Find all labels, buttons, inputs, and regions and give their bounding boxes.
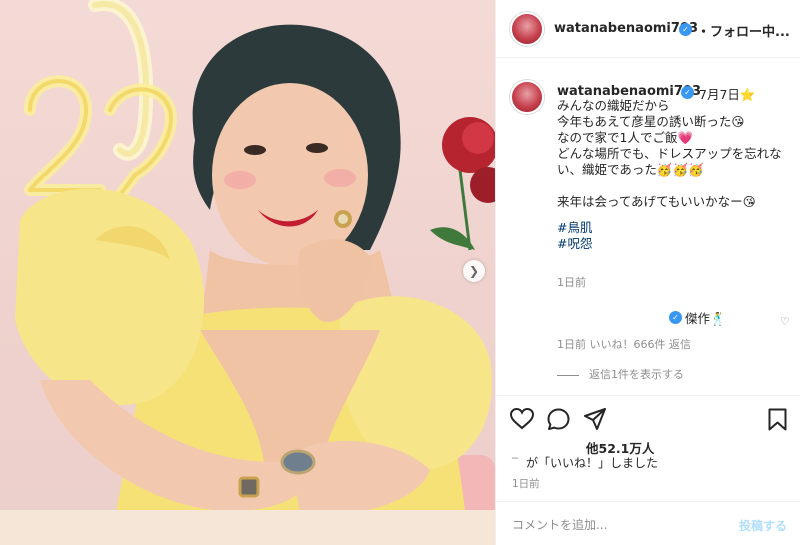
header-username[interactable]: watanabenaomi703 [554, 21, 698, 36]
verified-badge-icon: ✓ [679, 23, 692, 36]
neon-banana-sign [24, 0, 177, 201]
liked-by-text: ‾ が「いいね！」しました [512, 456, 659, 470]
small-heart-icon[interactable]: ♡ [780, 315, 790, 328]
comment-icon[interactable] [547, 408, 570, 431]
caption-line: 今年もあえて彦星の誘い断った😘 [557, 114, 745, 129]
next-arrow-icon[interactable]: ❯ [463, 260, 485, 282]
share-icon[interactable] [584, 408, 606, 430]
caption-time: 1日前 [557, 276, 586, 289]
caption-line [557, 178, 792, 194]
avatar[interactable] [510, 12, 544, 46]
verified-badge-icon: ✓ [669, 311, 682, 324]
caption-body: みんなの織姫だから 今年もあえて彦星の誘い断った😘 なので家で1人でご飯💗 どん… [557, 98, 792, 252]
follow-status-button[interactable]: ・フォロー中... [697, 21, 790, 40]
photo-illustration [0, 0, 495, 545]
post-header: watanabenaomi703 ✓ ・フォロー中... [496, 0, 800, 58]
liked-by-suffix: が「いいね！」しました [526, 456, 659, 470]
comment-box: 投稿する [496, 501, 800, 545]
ring-square [238, 476, 260, 498]
comment-input[interactable] [512, 516, 712, 534]
post-comment-button[interactable]: 投稿する [739, 517, 787, 534]
ring-stone [280, 449, 316, 475]
heart-icon[interactable] [510, 408, 534, 430]
post-photo[interactable]: ❯ [0, 0, 495, 545]
caption-line: 来年は会ってあげてもいいかなー😘 [557, 194, 756, 209]
view-replies-label: 返信1件を表示する [589, 368, 684, 381]
view-replies-button[interactable]: 返信1件を表示する [557, 366, 684, 382]
comment-meta[interactable]: 1日前 いいね！666件 返信 [557, 336, 691, 352]
hashtag-link[interactable]: #鳥肌 [557, 220, 792, 236]
roses [430, 117, 495, 251]
bookmark-icon[interactable] [768, 408, 787, 431]
caption-line: みんなの織姫だから [557, 98, 670, 113]
caption-avatar[interactable] [510, 80, 544, 114]
hashtag-link[interactable]: #呪怨 [557, 236, 792, 252]
table [0, 510, 495, 545]
caption-line: どんな場所でも、ドレスアップを忘れない、織姫であった🥳🥳🥳 [557, 146, 782, 177]
caption-line: なので家で1人でご飯💗 [557, 130, 694, 145]
post-date: 1日前 [512, 478, 540, 490]
comment-text: 傑作🕺 [685, 311, 726, 326]
caption-username[interactable]: watanabenaomi703 [557, 84, 701, 99]
post-actions: 他52.1万人 ‾が「いいね！」しました 1日前 投稿する [496, 395, 800, 545]
post-sidebar: watanabenaomi703 ✓ ・フォロー中... watanabenao… [495, 0, 800, 545]
left-sleeve [15, 188, 205, 406]
